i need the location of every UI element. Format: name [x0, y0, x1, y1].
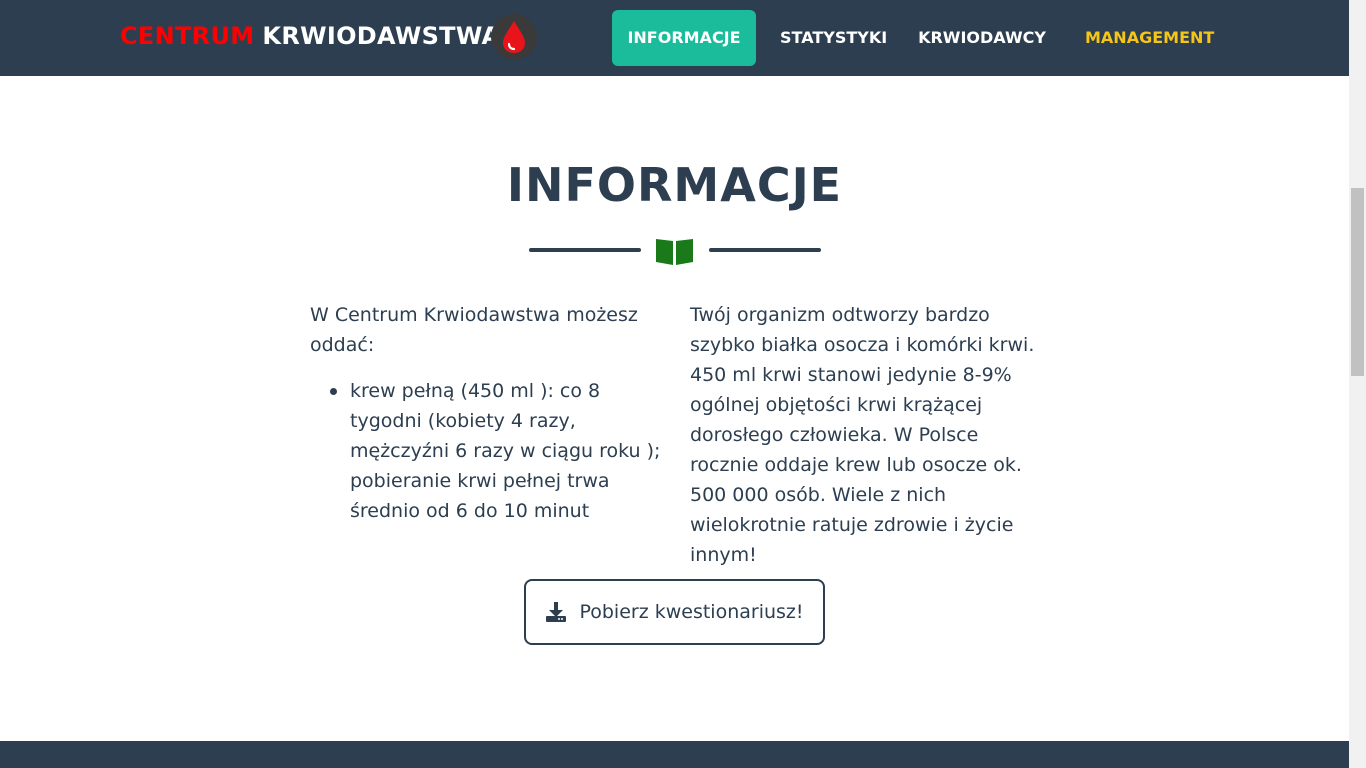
- download-questionnaire-button[interactable]: Pobierz kwestionariusz!: [524, 579, 825, 645]
- divider-line-left: [529, 248, 641, 252]
- brand-red-text: CENTRUM: [120, 22, 255, 50]
- nav-krwiodawcy[interactable]: KRWIODAWCY: [918, 10, 1046, 66]
- book-open-icon: [656, 239, 693, 265]
- list-bullet: [330, 388, 337, 395]
- download-icon: [546, 602, 567, 622]
- section-title: INFORMACJE: [506, 158, 843, 212]
- navbar: CENTRUM KRWIODAWSTWA INFORMACJE STATYSTY…: [0, 0, 1349, 76]
- info-paragraph: Twój organizm odtworzy bardzo szybko bia…: [690, 304, 1035, 566]
- scrollbar-thumb[interactable]: [1351, 188, 1364, 376]
- brand-white-text: KRWIODAWSTWA: [262, 22, 501, 50]
- brand[interactable]: CENTRUM KRWIODAWSTWA: [120, 19, 500, 53]
- scrollbar[interactable]: [1349, 0, 1366, 768]
- blood-drop-icon: [491, 14, 537, 60]
- download-button-label: Pobierz kwestionariusz!: [579, 601, 804, 623]
- intro-text: W Centrum Krwiodawstwa możesz oddać:: [310, 304, 638, 356]
- nav-management[interactable]: MANAGEMENT: [1085, 10, 1214, 66]
- list-item: krew pełną (450 ml ): co 8 tygodni (kobi…: [350, 380, 661, 522]
- nav-statystyki[interactable]: STATYSTYKI: [780, 10, 887, 66]
- divider-line-right: [709, 248, 821, 252]
- footer: [0, 741, 1349, 768]
- nav-informacje[interactable]: INFORMACJE: [612, 10, 756, 66]
